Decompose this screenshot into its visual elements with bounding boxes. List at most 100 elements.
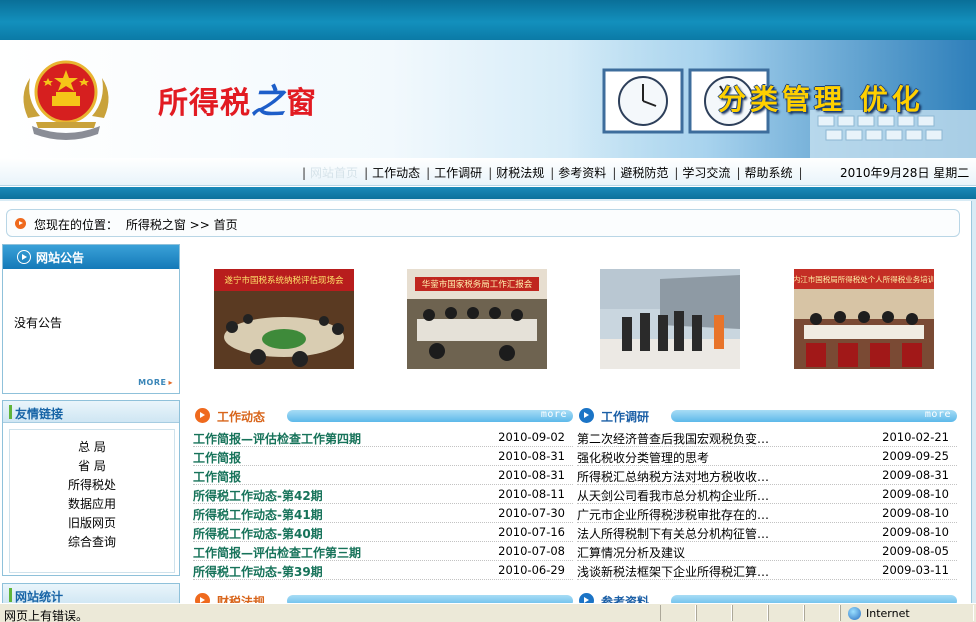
arrow-circle-icon bbox=[579, 593, 594, 603]
arrow-circle-icon bbox=[195, 593, 210, 603]
arrow-circle-icon bbox=[17, 250, 31, 264]
link-item[interactable]: 旧版网页 bbox=[10, 514, 174, 533]
news-photo[interactable]: 遂宁市国税系统纳税评估现场会 bbox=[214, 269, 354, 369]
news-link[interactable]: 工作简报 bbox=[193, 449, 241, 466]
fiscal-law-title: 财税法规 bbox=[217, 595, 266, 603]
research-link[interactable]: 浅谈新税法框架下企业所得税汇算… bbox=[577, 563, 769, 580]
work-news-title: 工作动态 bbox=[217, 410, 266, 424]
work-news-more-link[interactable]: more bbox=[541, 409, 567, 420]
news-photo[interactable]: 华蓥市国家税务局工作汇报会 bbox=[407, 269, 547, 369]
link-item[interactable]: 数据应用 bbox=[10, 495, 174, 514]
content-frame: 您现在的位置： 所得税之窗 >> 首页 网站公告 没有公告 MORE 友情链接 … bbox=[0, 199, 976, 613]
research-link[interactable]: 从天剑公司看我市总分机构企业所… bbox=[577, 487, 769, 504]
current-date: 2010年9月28日 星期二 bbox=[840, 166, 970, 180]
nav-separator: | bbox=[302, 165, 307, 180]
status-cell bbox=[768, 605, 804, 621]
news-link[interactable]: 所得税工作动态-第42期 bbox=[193, 487, 323, 504]
nav-separator: | bbox=[488, 165, 493, 180]
work-research-header: 工作调研 more bbox=[577, 404, 957, 426]
status-cell bbox=[660, 605, 696, 621]
nav-item-references[interactable]: 参考资料 bbox=[558, 164, 606, 181]
arrow-circle-icon bbox=[195, 408, 210, 423]
nav-item-fiscal-law[interactable]: 财税法规 bbox=[496, 164, 544, 181]
list-item: 所得税工作动态-第40期 2010-07-16 bbox=[193, 523, 573, 542]
internet-globe-icon bbox=[848, 607, 861, 620]
news-date: 2010-07-08 bbox=[498, 544, 565, 558]
arrow-circle-icon bbox=[579, 408, 594, 423]
list-item: 汇算情况分析及建议 2009-08-05 bbox=[577, 542, 957, 561]
list-item: 所得税工作动态-第42期 2010-08-11 bbox=[193, 485, 573, 504]
links-list: 总 局 省 局 所得税处 数据应用 旧版网页 综合查询 bbox=[9, 429, 175, 573]
site-logo: 所得税之窗 bbox=[158, 82, 317, 122]
status-message[interactable]: 网页上有错误。 bbox=[4, 607, 88, 622]
links-box-header: 友情链接 bbox=[3, 401, 179, 423]
news-link[interactable]: 工作简报—评估检查工作第四期 bbox=[193, 430, 361, 447]
research-date: 2009-08-10 bbox=[882, 487, 949, 501]
news-date: 2010-07-16 bbox=[498, 525, 565, 539]
list-item: 广元市企业所得税涉税审批存在的… 2009-08-10 bbox=[577, 504, 957, 523]
notice-box-title: 网站公告 bbox=[36, 251, 85, 265]
nav-separator: | bbox=[426, 165, 431, 180]
nav-item-home[interactable]: 网站首页 bbox=[310, 164, 358, 181]
browser-status-bar: 网页上有错误。 Internet bbox=[0, 603, 976, 622]
research-link[interactable]: 第二次经济普查后我国宏观税负变… bbox=[577, 430, 769, 447]
research-date: 2009-08-05 bbox=[882, 544, 949, 558]
research-link[interactable]: 汇算情况分析及建议 bbox=[577, 544, 685, 561]
section-header-strip bbox=[671, 410, 957, 422]
news-photo[interactable] bbox=[600, 269, 740, 369]
status-zone: Internet bbox=[866, 607, 910, 620]
research-link[interactable]: 所得税汇总纳税方法对地方税收收… bbox=[577, 468, 769, 485]
research-link[interactable]: 法人所得税制下有关总分机构征管… bbox=[577, 525, 769, 542]
breadcrumb-path[interactable]: 所得税之窗 >> 首页 bbox=[126, 218, 238, 232]
news-date: 2010-07-30 bbox=[498, 506, 565, 520]
list-item: 第二次经济普查后我国宏观税负变… 2010-02-21 bbox=[577, 428, 957, 447]
list-item: 工作简报 2010-08-31 bbox=[193, 447, 573, 466]
notice-more-link[interactable]: MORE bbox=[138, 378, 173, 387]
work-research-more-link[interactable]: more bbox=[925, 409, 951, 420]
research-link[interactable]: 强化税收分类管理的思考 bbox=[577, 449, 709, 466]
research-date: 2009-03-11 bbox=[882, 563, 949, 577]
list-item: 从天剑公司看我市总分机构企业所… 2009-08-10 bbox=[577, 485, 957, 504]
news-date: 2010-08-31 bbox=[498, 449, 565, 463]
link-item[interactable]: 总 局 bbox=[10, 438, 174, 457]
news-link[interactable]: 所得税工作动态-第40期 bbox=[193, 525, 323, 542]
nav-item-work-research[interactable]: 工作调研 bbox=[434, 164, 482, 181]
news-photo[interactable]: 内江市国税局所得税处个人所得税业务培训 bbox=[794, 269, 934, 369]
news-link[interactable]: 工作简报 bbox=[193, 468, 241, 485]
news-link[interactable]: 工作简报—评估检查工作第三期 bbox=[193, 544, 361, 561]
nav-separator: | bbox=[612, 165, 617, 180]
section-header-strip bbox=[287, 595, 573, 603]
breadcrumb-arrow-icon bbox=[15, 218, 26, 229]
links-box-title: 友情链接 bbox=[15, 407, 64, 421]
work-research-list: 第二次经济普查后我国宏观税负变… 2010-02-21 强化税收分类管理的思考 20… bbox=[577, 428, 957, 580]
nav-item-help[interactable]: 帮助系统 bbox=[744, 164, 792, 181]
main-nav: | 网站首页 | 工作动态 | 工作调研 | 财税法规 | 参考资料 | 避税防… bbox=[0, 158, 976, 186]
top-bar bbox=[0, 0, 976, 40]
nav-item-learning[interactable]: 学习交流 bbox=[682, 164, 730, 181]
news-link[interactable]: 所得税工作动态-第39期 bbox=[193, 563, 323, 580]
nav-separator: | bbox=[364, 165, 369, 180]
photo-caption: 内江市国税局所得税处个人所得税业务培训 bbox=[794, 274, 934, 284]
breadcrumb-prefix: 您现在的位置： bbox=[34, 218, 119, 232]
content-area: 您现在的位置： 所得税之窗 >> 首页 网站公告 没有公告 MORE 友情链接 … bbox=[0, 201, 972, 613]
link-item[interactable]: 综合查询 bbox=[10, 533, 174, 552]
news-date: 2010-06-29 bbox=[498, 563, 565, 577]
research-date: 2009-08-10 bbox=[882, 525, 949, 539]
list-item: 所得税工作动态-第41期 2010-07-30 bbox=[193, 504, 573, 523]
list-item: 强化税收分类管理的思考 2009-09-25 bbox=[577, 447, 957, 466]
link-item[interactable]: 省 局 bbox=[10, 457, 174, 476]
nav-item-anti-avoidance[interactable]: 避税防范 bbox=[620, 164, 668, 181]
nav-item-work-news[interactable]: 工作动态 bbox=[372, 164, 420, 181]
link-item[interactable]: 所得税处 bbox=[10, 476, 174, 495]
research-link[interactable]: 广元市企业所得税涉税审批存在的… bbox=[577, 506, 769, 523]
site-banner: 所得税之窗 分类管理 优化 bbox=[0, 40, 976, 158]
list-item: 所得税汇总纳税方法对地方税收收… 2009-08-31 bbox=[577, 466, 957, 485]
notice-box: 网站公告 没有公告 MORE bbox=[2, 244, 180, 394]
news-link[interactable]: 所得税工作动态-第41期 bbox=[193, 506, 323, 523]
notice-content: 没有公告 bbox=[14, 316, 63, 330]
header-bar-icon bbox=[9, 405, 12, 419]
fiscal-law-section: 财税法规 bbox=[193, 589, 573, 603]
status-cell bbox=[732, 605, 768, 621]
status-cell bbox=[804, 605, 840, 621]
research-date: 2009-09-25 bbox=[882, 449, 949, 463]
